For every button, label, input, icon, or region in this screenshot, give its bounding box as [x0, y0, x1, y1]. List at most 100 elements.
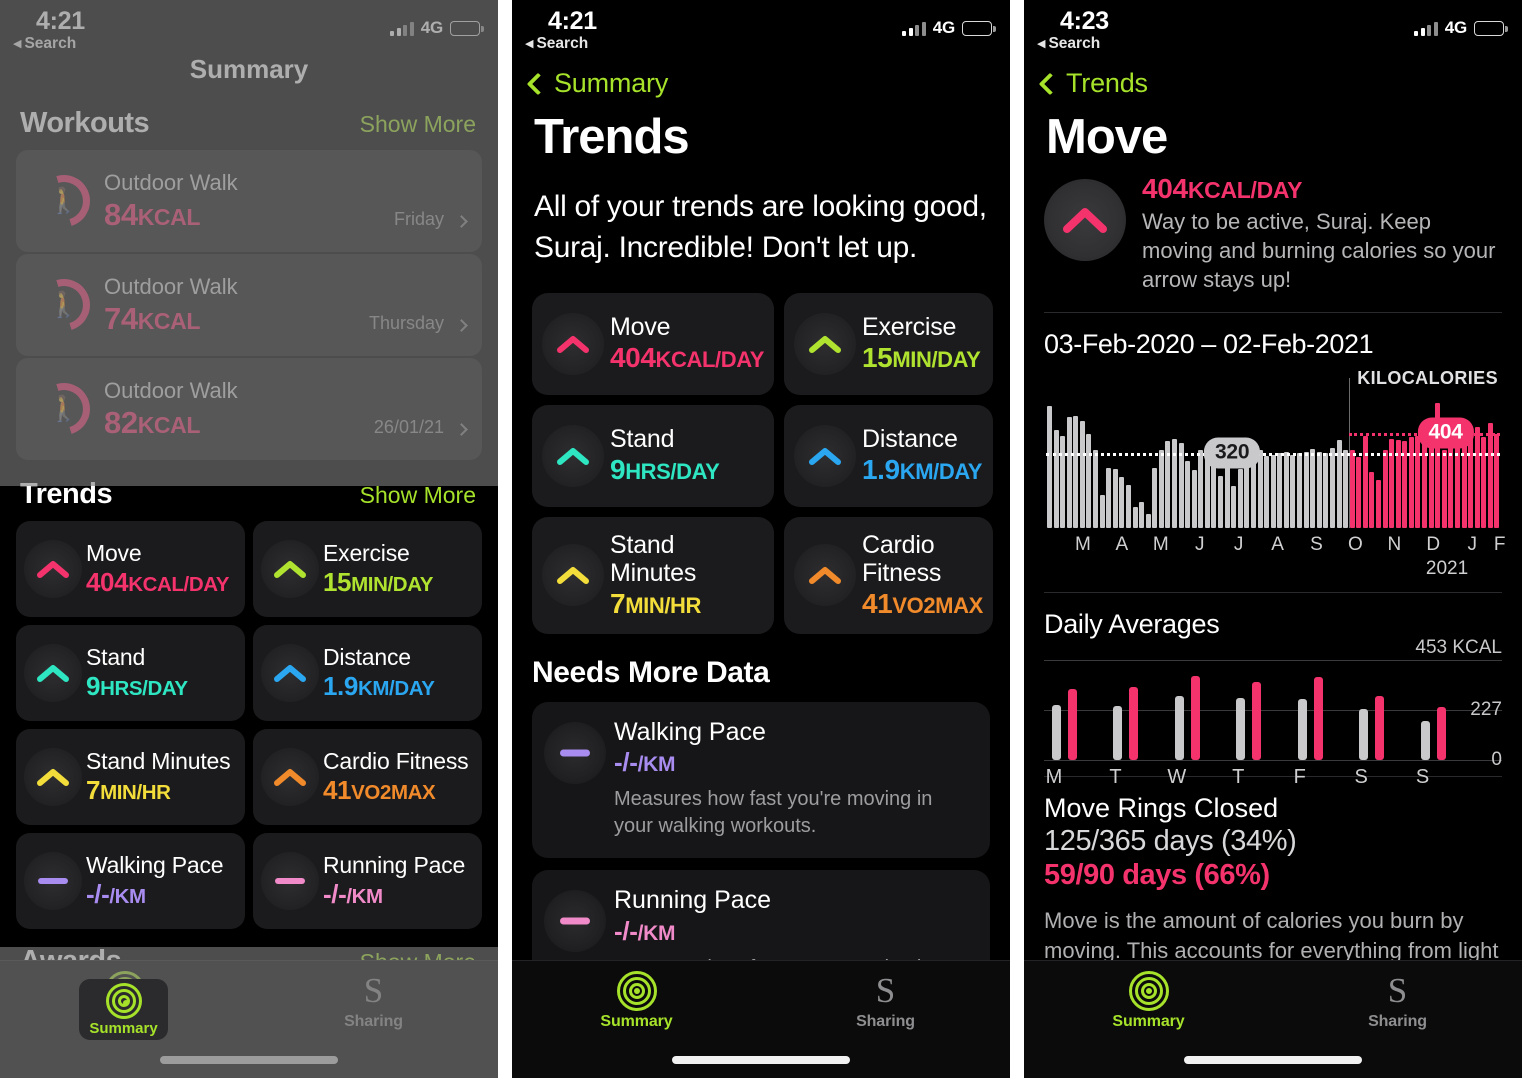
- trend-card-cardio-fitness[interactable]: Cardio Fitness 41VO2MAX: [253, 729, 482, 825]
- status-back-to-search[interactable]: ◀ Search: [525, 35, 588, 53]
- trends-title: Trends: [20, 478, 113, 510]
- trend-card-cardio-fitness[interactable]: Cardio Fitness 41VO2MAX: [783, 516, 993, 634]
- chart-bar: [1079, 420, 1085, 529]
- workout-name: Outdoor Walk: [104, 377, 238, 403]
- chart-x-tick: J: [1194, 534, 1205, 556]
- activity-rings-icon: [1128, 971, 1169, 1011]
- trend-card-value: 9HRS/DAY: [610, 454, 720, 486]
- workout-calories: 84KCAL: [104, 196, 200, 232]
- home-indicator: [672, 1056, 850, 1064]
- trend-card-stand-minutes[interactable]: Stand Minutes 7MIN/HR: [532, 516, 774, 634]
- trend-card-move[interactable]: Move 404KCAL/DAY: [16, 521, 245, 617]
- panel-summary-screen: 4:21 ◀ Search 4G Summary Workouts Show M…: [0, 0, 498, 1078]
- tab-summary[interactable]: Summary: [1024, 971, 1273, 1031]
- daily-average-bar: [1174, 696, 1184, 761]
- status-indicators: 4G: [902, 18, 996, 38]
- chart-bar: [1152, 468, 1158, 529]
- chart-bar: [1053, 430, 1059, 529]
- trend-card-move[interactable]: Move 404KCAL/DAY: [532, 292, 774, 395]
- move-rings-year-stat: 125/365 days (34%): [1044, 825, 1297, 858]
- panel-move-detail-screen: 4:23 ◀ Search 4G Trends Move 404KCAL/DAY…: [1024, 0, 1522, 1078]
- workout-row[interactable]: 🚶 Outdoor Walk 84KCAL Friday: [16, 150, 482, 252]
- trend-card-stand[interactable]: Stand 9HRS/DAY: [532, 404, 774, 507]
- trend-card-value: 7MIN/HR: [610, 587, 702, 619]
- daily-averages-chart[interactable]: 453 KCAL 227 0 M T W T F S S: [1044, 637, 1502, 788]
- daily-average-bar: [1375, 696, 1385, 761]
- workouts-section-header: Workouts Show More: [0, 85, 498, 150]
- daily-average-bar: [1436, 707, 1446, 761]
- tab-sharing[interactable]: S Sharing: [761, 971, 1010, 1031]
- workout-ring-icon: 🚶: [28, 373, 100, 445]
- daily-average-bar: [1359, 709, 1369, 761]
- trend-arrow-up-icon: [542, 424, 604, 487]
- trend-card-walking-pace[interactable]: Walking Pace -/-/KM: [16, 833, 245, 929]
- trend-card-exercise[interactable]: Exercise 15MIN/DAY: [253, 521, 482, 617]
- status-back-label: Search: [536, 35, 589, 52]
- chart-year-label: 2021: [1425, 558, 1469, 580]
- back-button-summary[interactable]: Summary: [512, 58, 1010, 99]
- trend-arrow-up-icon: [24, 540, 82, 598]
- chart-bar: [1198, 450, 1204, 529]
- trend-card-name: Move: [86, 539, 142, 566]
- status-back-to-search[interactable]: ◀ Search: [13, 35, 76, 53]
- trend-card-value: -/-/KM: [323, 878, 383, 909]
- move-rings-quarter-stat: 59/90 days (66%): [1044, 859, 1270, 892]
- status-bar-p2: 4:21 ◀ Search 4G: [512, 0, 1010, 58]
- workouts-show-more[interactable]: Show More: [360, 111, 476, 138]
- chart-bar: [1329, 447, 1335, 529]
- move-history-chart[interactable]: KILOCALORIES 320 404 MAMJJASONDJF 2021: [1044, 368, 1506, 579]
- tab-label: Sharing: [344, 1013, 403, 1030]
- trend-card-distance[interactable]: Distance 1.9KM/DAY: [253, 625, 482, 721]
- status-back-to-search[interactable]: ◀ Search: [1037, 35, 1100, 53]
- chart-x-tick: M: [1152, 534, 1169, 556]
- trend-card-name: Running Pace: [323, 851, 466, 878]
- tab-label: Sharing: [856, 1013, 915, 1030]
- back-button-trends[interactable]: Trends: [1024, 58, 1522, 99]
- trend-card-name: Walking Pace: [86, 851, 224, 878]
- chart-date-range: 03-Feb-2020 – 02-Feb-2021: [1044, 329, 1374, 360]
- pace-value: -/-/KM: [614, 915, 676, 946]
- signal-bars-icon: [390, 21, 414, 36]
- trend-card-stand-minutes[interactable]: Stand Minutes 7MIN/HR: [16, 729, 245, 825]
- workout-row[interactable]: 🚶 Outdoor Walk 82KCAL 26/01/21: [16, 358, 482, 460]
- workout-ring-icon: 🚶: [28, 269, 100, 341]
- chart-bar: [1375, 479, 1381, 529]
- back-triangle-icon: ◀: [13, 37, 22, 50]
- chart-x-tick: J: [1467, 534, 1477, 556]
- chart-bar: [1290, 455, 1296, 529]
- trend-arrow-up-icon: [261, 540, 319, 598]
- trend-card-distance[interactable]: Distance 1.9KM/DAY: [783, 404, 993, 507]
- chart-bar: [1073, 416, 1079, 529]
- trend-arrow-up-icon: [542, 312, 604, 375]
- tab-sharing[interactable]: S Sharing: [1273, 971, 1522, 1031]
- network-label: 4G: [1444, 18, 1467, 37]
- chart-x-tick: T: [1232, 766, 1245, 789]
- trends-show-more[interactable]: Show More: [360, 482, 476, 509]
- summary-tab-highlight[interactable]: Summary: [79, 979, 168, 1040]
- chart-bar: [1323, 452, 1329, 529]
- chart-x-tick: M: [1075, 534, 1091, 556]
- needs-more-data-card[interactable]: Walking Pace -/-/KM Measures how fast you'…: [532, 701, 990, 859]
- tab-summary[interactable]: Summary: [512, 971, 761, 1031]
- trend-card-value: 41VO2MAX: [861, 587, 983, 619]
- status-indicators: 4G: [1414, 18, 1508, 38]
- network-label: 4G: [932, 18, 955, 37]
- daily-average-bar: [1052, 704, 1061, 761]
- trend-card-stand[interactable]: Stand 9HRS/DAY: [16, 625, 245, 721]
- back-triangle-icon: ◀: [525, 37, 534, 50]
- daily-average-bar: [1252, 681, 1262, 761]
- chart-bar: [1099, 495, 1105, 529]
- trends-grid-p1: Move 404KCAL/DAY Exercise 15MIN/DAY Stand 9HR…: [0, 521, 498, 929]
- chart-bar: [1231, 485, 1237, 529]
- chart-bar: [1086, 433, 1092, 529]
- workout-row[interactable]: 🚶 Outdoor Walk 74KCAL Thursday: [16, 254, 482, 356]
- chart-bar: [1185, 460, 1191, 529]
- trend-arrow-up-icon: [24, 748, 82, 806]
- chart-label-404: 404: [1417, 417, 1474, 449]
- workout-day: Thursday: [368, 313, 444, 333]
- workout-calories: 82KCAL: [104, 404, 200, 440]
- status-bar-p3: 4:23 ◀ Search 4G: [1024, 0, 1522, 58]
- trend-card-exercise[interactable]: Exercise 15MIN/DAY: [783, 292, 993, 395]
- tab-sharing[interactable]: S Sharing: [249, 971, 498, 1031]
- trend-card-running-pace[interactable]: Running Pace -/-/KM: [253, 833, 482, 929]
